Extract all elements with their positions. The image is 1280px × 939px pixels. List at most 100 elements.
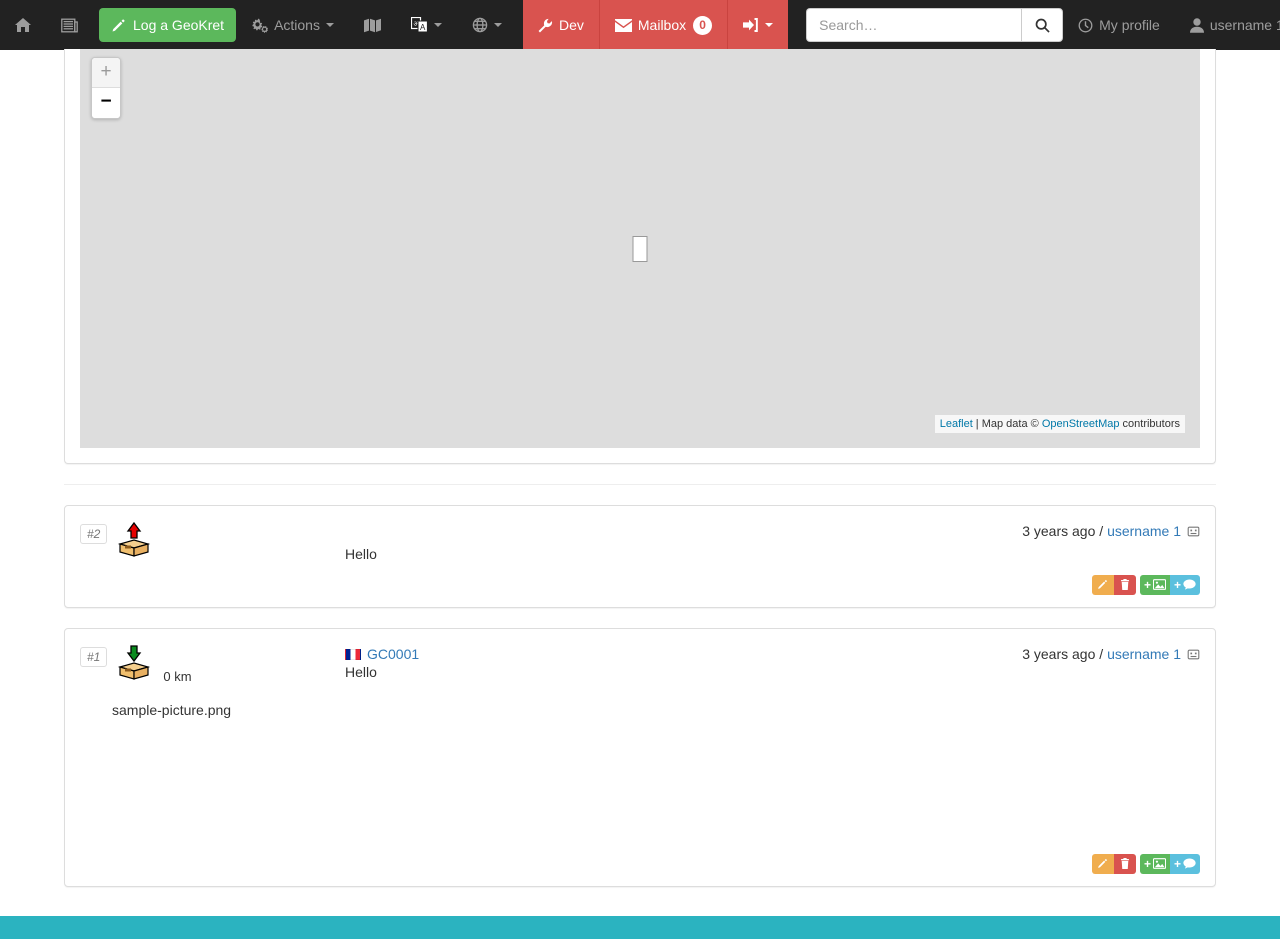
log-waypoint-line: GC0001 [345, 646, 1022, 662]
delete-log-button[interactable] [1113, 854, 1136, 874]
nav-red-group: Dev Mailbox 0 [522, 0, 789, 50]
waypoint-link[interactable]: GC0001 [367, 646, 419, 662]
log-picture-thumbnail[interactable]: sample-picture.png [80, 684, 1200, 720]
nav-actions-label: Actions [274, 17, 320, 33]
map-panel: + − Leaflet | Map data © OpenStreetMap c… [64, 49, 1216, 464]
pencil-icon [1097, 857, 1108, 872]
attribution-separator: | Map data © [972, 418, 1042, 430]
zoom-out-button[interactable]: − [92, 88, 120, 118]
log-text: Hello [345, 546, 377, 562]
search-input[interactable] [806, 8, 1022, 42]
add-picture-button[interactable]: + [1139, 854, 1170, 874]
search-form [806, 0, 1064, 50]
map-attribution: Leaflet | Map data © OpenStreetMap contr… [934, 415, 1185, 433]
log-actions: + + [1091, 854, 1200, 874]
log-distance: 0 km [163, 669, 192, 684]
add-comment-button[interactable]: + [1169, 854, 1200, 874]
log-edit-group [1091, 854, 1136, 874]
box-grab-down-icon [117, 644, 151, 683]
chevron-down-icon [765, 23, 774, 27]
attribution-suffix: contributors [1119, 418, 1180, 430]
navbar-right: My profile username 1 [1063, 0, 1280, 50]
map-marker-icon[interactable] [632, 235, 648, 262]
log-left-column: #2 [80, 521, 285, 560]
log-meta: 3 years ago / username 1 [1022, 646, 1200, 662]
log-date: 3 years ago [1022, 523, 1096, 539]
wrench-icon [538, 18, 553, 33]
section-divider [64, 484, 1216, 485]
robot-icon [1187, 525, 1200, 538]
log-date: 3 years ago [1022, 646, 1096, 662]
nav-language[interactable]: अ A [396, 0, 457, 50]
log-meta-separator: / [1095, 523, 1108, 539]
home-icon [15, 17, 31, 33]
nav-user-label: username 1 [1209, 17, 1280, 33]
picture-icon [1152, 857, 1167, 872]
language-icon: अ A [410, 17, 428, 33]
nav-user-menu[interactable]: username 1 [1175, 0, 1280, 50]
log-entry: #1 0 km GC0001 Hello 3 years ago / usern… [64, 628, 1216, 887]
search-icon [1035, 18, 1050, 33]
nav-news[interactable] [46, 0, 93, 50]
log-actions: + + [1091, 575, 1200, 595]
delete-log-button[interactable] [1113, 575, 1136, 595]
sign-in-icon [743, 18, 759, 32]
leaflet-map[interactable]: + − Leaflet | Map data © OpenStreetMap c… [80, 49, 1200, 448]
map-icon [363, 18, 381, 33]
mailbox-count-badge: 0 [693, 15, 713, 35]
nav-my-profile-label: My profile [1099, 17, 1160, 33]
log-edit-group [1091, 575, 1136, 595]
add-picture-button[interactable]: + [1139, 575, 1170, 595]
chevron-down-icon [433, 23, 442, 27]
newspaper-icon [61, 18, 78, 33]
log-number: #2 [80, 524, 108, 544]
edit-log-button[interactable] [1091, 575, 1114, 595]
log-right-column: 3 years ago / username 1 [1022, 521, 1200, 539]
log-meta-separator: / [1095, 646, 1108, 662]
top-navbar: Log a GeoKret Actions अ A Dev Mailbox 0 … [0, 0, 1280, 50]
log-add-group: + + [1139, 854, 1200, 874]
nav-actions[interactable]: Actions [236, 0, 349, 50]
svg-text:A: A [420, 23, 426, 32]
edit-log-button[interactable] [1091, 854, 1114, 874]
nav-signin[interactable] [727, 0, 788, 50]
log-author-link[interactable]: username 1 [1107, 646, 1181, 662]
envelope-icon [614, 18, 632, 32]
leaflet-link[interactable]: Leaflet [940, 418, 973, 430]
comment-icon [1183, 578, 1196, 593]
gears-icon [251, 18, 269, 33]
log-a-geokret-button[interactable]: Log a GeoKret [99, 8, 237, 42]
picture-icon [1152, 578, 1167, 593]
log-a-geokret-label: Log a GeoKret [133, 17, 225, 33]
map-zoom-control: + − [91, 57, 121, 119]
search-button[interactable] [1021, 8, 1064, 42]
log-author-link[interactable]: username 1 [1107, 523, 1181, 539]
nav-dev-label: Dev [558, 17, 584, 33]
nav-map[interactable] [349, 0, 396, 50]
picture-alt-text: sample-picture.png [112, 702, 232, 718]
box-drop-up-icon [117, 521, 151, 560]
log-entry: #2 Hello 3 years ago / username 1 + + [64, 505, 1216, 608]
user-icon [1189, 17, 1204, 33]
comment-icon [1183, 857, 1196, 872]
plus-sign: + [1173, 857, 1181, 871]
trash-icon [1120, 857, 1130, 872]
openstreetmap-link[interactable]: OpenStreetMap [1042, 418, 1120, 430]
nav-home[interactable] [0, 0, 46, 50]
trash-icon [1120, 578, 1130, 593]
log-left-column: #1 0 km [80, 644, 285, 684]
page-footer [0, 916, 1280, 939]
nav-mailbox-label: Mailbox [637, 17, 687, 33]
log-middle-column: GC0001 Hello [285, 644, 1022, 682]
nav-my-profile[interactable]: My profile [1063, 0, 1175, 50]
chevron-down-icon [325, 23, 334, 27]
nav-globe[interactable] [457, 0, 517, 50]
zoom-in-button[interactable]: + [92, 58, 120, 88]
nav-mailbox[interactable]: Mailbox 0 [598, 0, 727, 50]
compass-icon [1078, 18, 1093, 33]
plus-sign: + [1173, 578, 1181, 592]
log-number: #1 [80, 647, 108, 667]
add-comment-button[interactable]: + [1169, 575, 1200, 595]
nav-dev[interactable]: Dev [523, 0, 599, 50]
plus-sign: + [1143, 857, 1151, 871]
